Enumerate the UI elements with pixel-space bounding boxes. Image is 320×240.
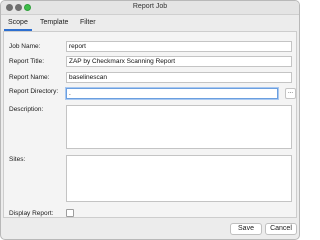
report-directory-field[interactable]: . xyxy=(66,88,278,99)
description-textarea[interactable] xyxy=(66,105,292,149)
browse-directory-button[interactable]: ... xyxy=(285,88,296,99)
title-bar: Report Job xyxy=(1,1,299,15)
display-report-label: Display Report: xyxy=(9,210,54,217)
cancel-button[interactable]: Cancel xyxy=(265,223,297,235)
description-label: Description: xyxy=(9,106,44,113)
save-button[interactable]: Save xyxy=(230,223,262,235)
tab-filter[interactable]: Filter xyxy=(76,18,100,29)
report-title-label: Report Title: xyxy=(9,58,45,65)
scope-panel: Job Name: report Report Title: ZAP by Ch… xyxy=(3,31,297,218)
report-name-label: Report Name: xyxy=(9,74,50,81)
tab-bar: Scope Template Filter xyxy=(1,16,299,31)
report-job-dialog: Report Job Scope Template Filter Job Nam… xyxy=(0,0,300,240)
report-name-field[interactable]: baselinescan xyxy=(66,72,292,83)
sites-list[interactable] xyxy=(66,155,292,202)
report-title-field[interactable]: ZAP by Checkmarx Scanning Report xyxy=(66,56,292,67)
window-title: Report Job xyxy=(132,3,168,10)
sites-label: Sites: xyxy=(9,156,26,163)
report-directory-label: Report Directory: xyxy=(9,88,59,95)
job-name-field[interactable]: report xyxy=(66,41,292,52)
tab-template[interactable]: Template xyxy=(36,18,72,29)
job-name-label: Job Name: xyxy=(9,43,41,50)
display-report-checkbox[interactable] xyxy=(66,209,74,217)
tab-scope[interactable]: Scope xyxy=(4,18,32,31)
